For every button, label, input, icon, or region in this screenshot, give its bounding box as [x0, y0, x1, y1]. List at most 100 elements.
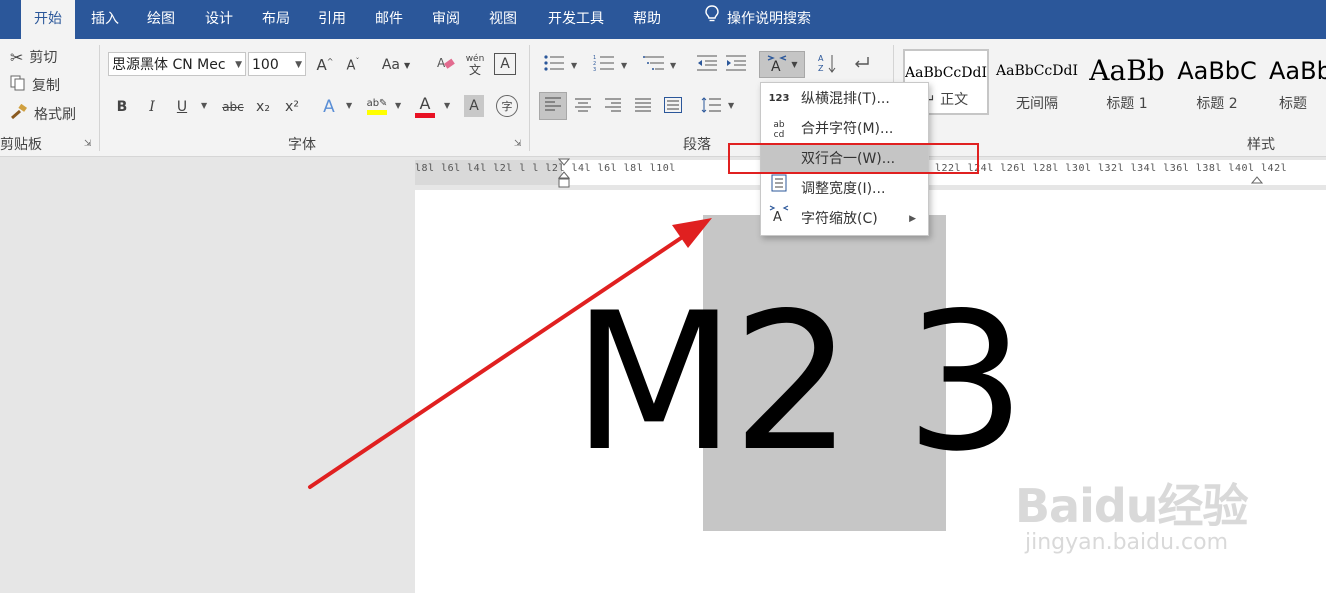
justify-icon	[635, 98, 651, 116]
subscript-button[interactable]: x₂	[252, 95, 274, 119]
character-shading-button[interactable]: A	[464, 95, 484, 117]
copy-icon	[10, 75, 26, 95]
dialog-launcher-icon[interactable]: ⇲	[84, 139, 92, 149]
change-case-button[interactable]: Aa ▼	[378, 53, 414, 77]
font-color-letter: A	[419, 93, 431, 113]
decrease-indent-button[interactable]	[695, 53, 719, 77]
tab-mailings[interactable]: 邮件	[366, 0, 412, 39]
superscript-button[interactable]: x²	[281, 95, 303, 119]
menu-item-combine-characters[interactable]: ab cd 合并字符(M)...	[761, 114, 928, 144]
svg-text:A: A	[773, 210, 782, 222]
tab-home[interactable]: 开始	[21, 0, 75, 39]
highlight-color-button[interactable]: ab✎	[366, 93, 388, 119]
grow-font-button[interactable]: A^	[314, 53, 336, 77]
fit-text-icon	[767, 174, 791, 204]
menu-item-character-scaling[interactable]: A 字符缩放(C) ▶	[761, 204, 928, 234]
chevron-down-icon[interactable]: ▼	[346, 101, 352, 110]
font-color-bar	[415, 112, 435, 118]
menu-item-horizontal-in-vertical[interactable]: 123 纵横混排(T)...	[761, 84, 928, 114]
style-no-spacing[interactable]: AaBbCcDdI 无间隔	[993, 49, 1081, 119]
combine-characters-icon: ab cd	[773, 120, 785, 140]
superscript-label: x²	[285, 99, 299, 115]
tab-design[interactable]: 设计	[196, 0, 242, 39]
style-heading-2[interactable]: AaBbC 标题 2	[1173, 49, 1261, 119]
tab-draw[interactable]: 绘图	[138, 0, 184, 39]
phonetic-bottom: 文	[468, 63, 481, 77]
font-color-button[interactable]: A	[414, 93, 436, 119]
distributed-button[interactable]	[662, 95, 684, 119]
tell-me-search[interactable]: 操作说明搜索	[688, 0, 828, 39]
format-painter-button[interactable]: 格式刷	[10, 103, 76, 125]
clear-formatting-button[interactable]: A	[435, 53, 457, 77]
cut-label: 剪切	[29, 50, 58, 66]
align-left-button[interactable]	[539, 92, 567, 120]
baidu-watermark: Baidu经验 jingyan.baidu.com	[1015, 470, 1249, 555]
tab-insert[interactable]: 插入	[82, 0, 128, 39]
tab-help[interactable]: 帮助	[624, 0, 670, 39]
tab-review[interactable]: 审阅	[423, 0, 469, 39]
menu-item-label: 合并字符(M)...	[801, 121, 894, 137]
align-center-button[interactable]	[572, 95, 594, 119]
cut-button[interactable]: ✂ 剪切	[10, 46, 57, 68]
strikethrough-button[interactable]: abc	[220, 95, 246, 119]
sort-icon: AZ	[818, 53, 838, 77]
dialog-launcher-icon[interactable]: ⇲	[514, 139, 522, 149]
sort-button[interactable]: AZ	[816, 53, 840, 77]
text-effects-button[interactable]: A	[318, 95, 340, 119]
justify-button[interactable]	[632, 95, 654, 119]
ruler-numbers-left: l8l l6l l4l l2l l l l2l l4l l6l l8l l10l	[415, 163, 676, 174]
menu-item-fit-text[interactable]: 调整宽度(I)...	[761, 174, 928, 204]
group-separator	[99, 45, 100, 151]
shrink-font-button[interactable]: Aˇ	[342, 53, 364, 77]
asian-layout-button[interactable]: A ▼	[759, 51, 805, 78]
svg-text:A: A	[818, 54, 824, 63]
style-name: 无间隔	[1016, 96, 1058, 112]
document-text[interactable]: M2 3	[572, 288, 1026, 478]
align-right-button[interactable]	[602, 95, 624, 119]
paintbrush-icon	[10, 103, 28, 124]
enclose-characters-button[interactable]: 字	[496, 95, 518, 117]
style-title[interactable]: AaBb 标题	[1263, 49, 1326, 119]
multilevel-list-icon	[643, 54, 665, 76]
tab-view[interactable]: 视图	[480, 0, 526, 39]
italic-button[interactable]: I	[142, 95, 162, 119]
increase-indent-button[interactable]	[724, 53, 748, 77]
font-family-select[interactable]: 思源黑体 CN Mec ▼	[108, 52, 246, 76]
right-indent-marker-icon[interactable]	[1250, 172, 1264, 188]
return-arrow-icon	[853, 55, 871, 75]
chevron-down-icon[interactable]: ▼	[670, 61, 676, 70]
align-center-icon	[575, 98, 591, 116]
align-right-icon	[605, 98, 621, 116]
chevron-down-icon[interactable]: ▼	[444, 101, 450, 110]
svg-text:A: A	[771, 59, 781, 72]
character-border-button[interactable]: A	[494, 53, 516, 75]
chevron-down-icon[interactable]: ▼	[571, 61, 577, 70]
font-size-select[interactable]: 100 ▼	[248, 52, 306, 76]
italic-label: I	[149, 99, 155, 115]
copy-button[interactable]: 复制	[10, 74, 60, 96]
chevron-down-icon[interactable]: ▼	[621, 61, 627, 70]
style-heading-1[interactable]: AaBb 标题 1	[1083, 49, 1171, 119]
watermark-url: jingyan.baidu.com	[1025, 530, 1229, 555]
tab-layout[interactable]: 布局	[253, 0, 299, 39]
indent-marker-icon[interactable]	[557, 158, 571, 194]
chevron-down-icon[interactable]: ▼	[395, 101, 401, 110]
chevron-down-icon[interactable]: ▼	[728, 101, 734, 110]
style-preview: AaBb	[1089, 54, 1165, 87]
chevron-down-icon[interactable]: ▼	[201, 101, 207, 110]
chevron-down-icon: ▼	[791, 60, 798, 69]
ribbon: ✂ 剪切 复制 格式刷 剪贴板 ⇲ 思源黑体 CN Mec ▼ 100 ▼ A^…	[0, 39, 1326, 157]
show-formatting-marks-button[interactable]	[850, 53, 874, 77]
tab-references[interactable]: 引用	[309, 0, 355, 39]
numbering-button[interactable]: 123	[590, 53, 618, 77]
tab-developer[interactable]: 开发工具	[538, 0, 614, 39]
bold-button[interactable]: B	[112, 95, 132, 119]
watermark-logo: Baidu经验	[1015, 479, 1249, 533]
chevron-down-icon: ▼	[295, 60, 302, 70]
multilevel-list-button[interactable]	[640, 53, 668, 77]
ribbon-tab-bar: 开始 插入 绘图 设计 布局 引用 邮件 审阅 视图 开发工具 帮助 操作说明搜…	[0, 0, 1326, 39]
phonetic-guide-button[interactable]: wén 文	[464, 51, 486, 79]
line-spacing-button[interactable]	[698, 95, 724, 119]
bullets-button[interactable]	[540, 53, 568, 77]
underline-button[interactable]: U	[172, 95, 192, 119]
